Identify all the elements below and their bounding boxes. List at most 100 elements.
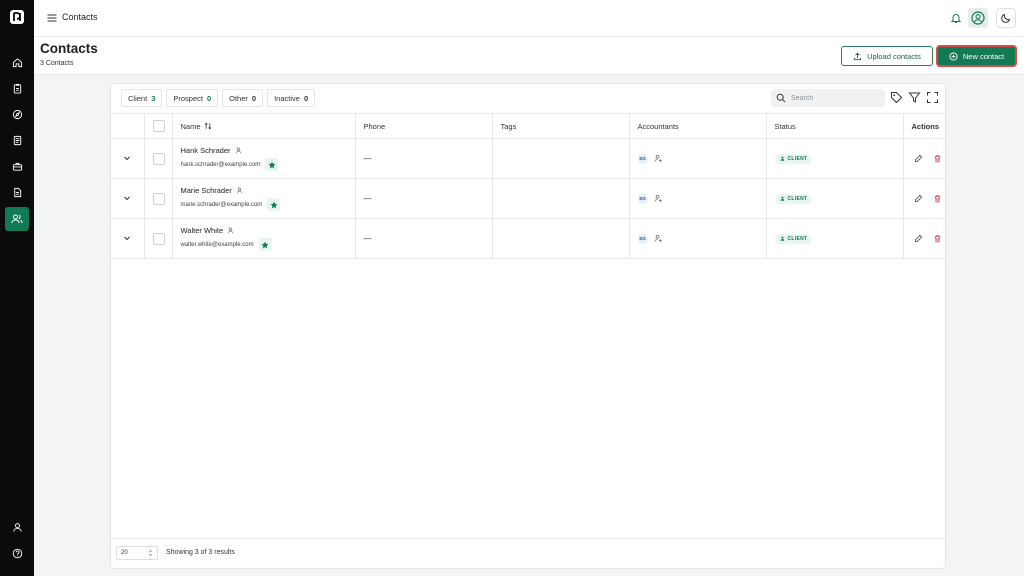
new-contact-button[interactable]: New contact — [936, 45, 1017, 67]
assign-user-icon[interactable] — [654, 194, 663, 203]
name-cell: Walter White walter.white@example.com — [171, 218, 356, 259]
assign-user-icon[interactable] — [654, 154, 663, 163]
phone-cell: — — [354, 178, 493, 219]
select-all-header — [143, 113, 173, 139]
filter-other[interactable]: Other 0 — [222, 89, 264, 107]
avatar: SG — [637, 233, 648, 244]
name-header[interactable]: Name — [171, 113, 356, 139]
sidebar-item-profile[interactable] — [5, 515, 29, 539]
chevron-down-icon[interactable] — [123, 234, 131, 242]
file-icon — [12, 187, 23, 198]
contact-name[interactable]: Marie Schrader — [181, 186, 232, 195]
sidebar — [0, 0, 34, 576]
sidebar-item-files[interactable] — [5, 180, 29, 204]
new-contact-label: New contact — [962, 51, 1005, 61]
select-cell — [143, 178, 173, 219]
sidebar-item-help[interactable] — [5, 541, 29, 565]
moon-icon — [1000, 12, 1012, 24]
compass-icon — [12, 109, 23, 120]
upload-contacts-button[interactable]: Upload contacts — [841, 46, 933, 66]
search-icon — [776, 93, 786, 103]
logo-icon[interactable] — [9, 9, 25, 25]
upload-contacts-label: Upload contacts — [867, 51, 921, 61]
trash-icon[interactable] — [933, 154, 942, 163]
sidebar-item-clients[interactable] — [5, 76, 29, 100]
row-checkbox[interactable] — [152, 152, 165, 165]
filter-label: Client — [128, 93, 148, 103]
table-row[interactable]: Hank Schrader hank.schrader@example.com … — [111, 138, 945, 179]
select-cell — [143, 138, 173, 179]
filter-label: Other — [229, 93, 248, 103]
status-header: Status — [765, 113, 904, 139]
table-row[interactable]: Walter White walter.white@example.com — … — [111, 218, 945, 259]
phone-cell: — — [354, 138, 493, 179]
search-input[interactable] — [791, 94, 881, 102]
accountants-cell: SG — [628, 218, 767, 259]
chevron-down-icon[interactable] — [123, 154, 131, 162]
select-all-checkbox[interactable] — [152, 120, 165, 132]
name-cell: Marie Schrader marie.schrader@example.co… — [171, 178, 356, 219]
edit-icon[interactable] — [914, 194, 923, 203]
filter-inactive[interactable]: Inactive 0 — [267, 89, 316, 107]
status-cell: CLIENT — [765, 178, 904, 219]
contact-name[interactable]: Walter White — [181, 226, 224, 235]
contact-name[interactable]: Hank Schrader — [181, 146, 231, 155]
trash-icon[interactable] — [933, 234, 942, 243]
filter-count: 0 — [251, 93, 257, 103]
tags-cell — [491, 178, 630, 219]
accountants-header: Accountants — [628, 113, 767, 139]
table-row[interactable]: Marie Schrader marie.schrader@example.co… — [111, 178, 945, 219]
trash-icon[interactable] — [933, 194, 942, 203]
name-cell: Hank Schrader hank.schrader@example.com — [171, 138, 356, 179]
status-label: CLIENT — [787, 155, 808, 162]
phone-header: Phone — [354, 113, 493, 139]
accountants-cell: SG — [628, 178, 767, 219]
menu-icon[interactable] — [46, 12, 58, 24]
star-icon[interactable] — [265, 158, 279, 171]
assign-user-icon[interactable] — [654, 234, 663, 243]
edit-icon[interactable] — [914, 154, 923, 163]
filter-client[interactable]: Client 3 — [121, 89, 163, 107]
row-checkbox[interactable] — [152, 232, 165, 245]
avatar: SG — [637, 153, 648, 164]
tags-cell — [491, 218, 630, 259]
filter-count: 0 — [303, 93, 309, 103]
contacts-count: 3 Contacts — [40, 60, 74, 67]
sidebar-item-contacts[interactable] — [5, 207, 29, 231]
search-box — [771, 89, 885, 107]
page-title: Contacts — [40, 41, 98, 56]
row-checkbox[interactable] — [152, 192, 165, 205]
filter-icon[interactable] — [908, 91, 921, 104]
filter-prospect[interactable]: Prospect 0 — [166, 89, 219, 107]
star-icon[interactable] — [267, 198, 281, 211]
expand-cell — [111, 218, 145, 259]
page-size-select[interactable]: 20 — [116, 546, 158, 560]
status-cell: CLIENT — [765, 218, 904, 259]
sidebar-item-documents[interactable] — [5, 128, 29, 152]
tags-cell — [491, 138, 630, 179]
sidebar-item-explore[interactable] — [5, 102, 29, 126]
fullscreen-icon[interactable] — [926, 91, 939, 104]
sort-icon[interactable] — [204, 122, 212, 130]
account-button[interactable] — [968, 8, 988, 28]
person-icon — [780, 236, 785, 241]
status-badge: CLIENT — [774, 153, 813, 164]
tag-icon[interactable] — [890, 91, 903, 104]
status-badge: CLIENT — [774, 193, 813, 204]
edit-icon[interactable] — [914, 234, 923, 243]
upload-icon — [853, 52, 862, 61]
bell-icon[interactable] — [948, 10, 964, 26]
sidebar-item-briefcase[interactable] — [5, 154, 29, 178]
table-header-row: Name Phone Tags Accountants Status Actio… — [111, 113, 945, 139]
star-icon[interactable] — [258, 238, 272, 251]
actions-cell — [902, 218, 945, 259]
phone-value: — — [363, 154, 372, 163]
sidebar-item-home[interactable] — [5, 50, 29, 74]
expand-header — [111, 113, 145, 139]
user-icon — [12, 522, 23, 533]
help-icon — [12, 548, 23, 559]
actions-header: Actions — [902, 113, 945, 139]
chevron-down-icon[interactable] — [123, 194, 131, 202]
theme-toggle-button[interactable] — [996, 8, 1016, 28]
status-label: CLIENT — [787, 195, 808, 202]
